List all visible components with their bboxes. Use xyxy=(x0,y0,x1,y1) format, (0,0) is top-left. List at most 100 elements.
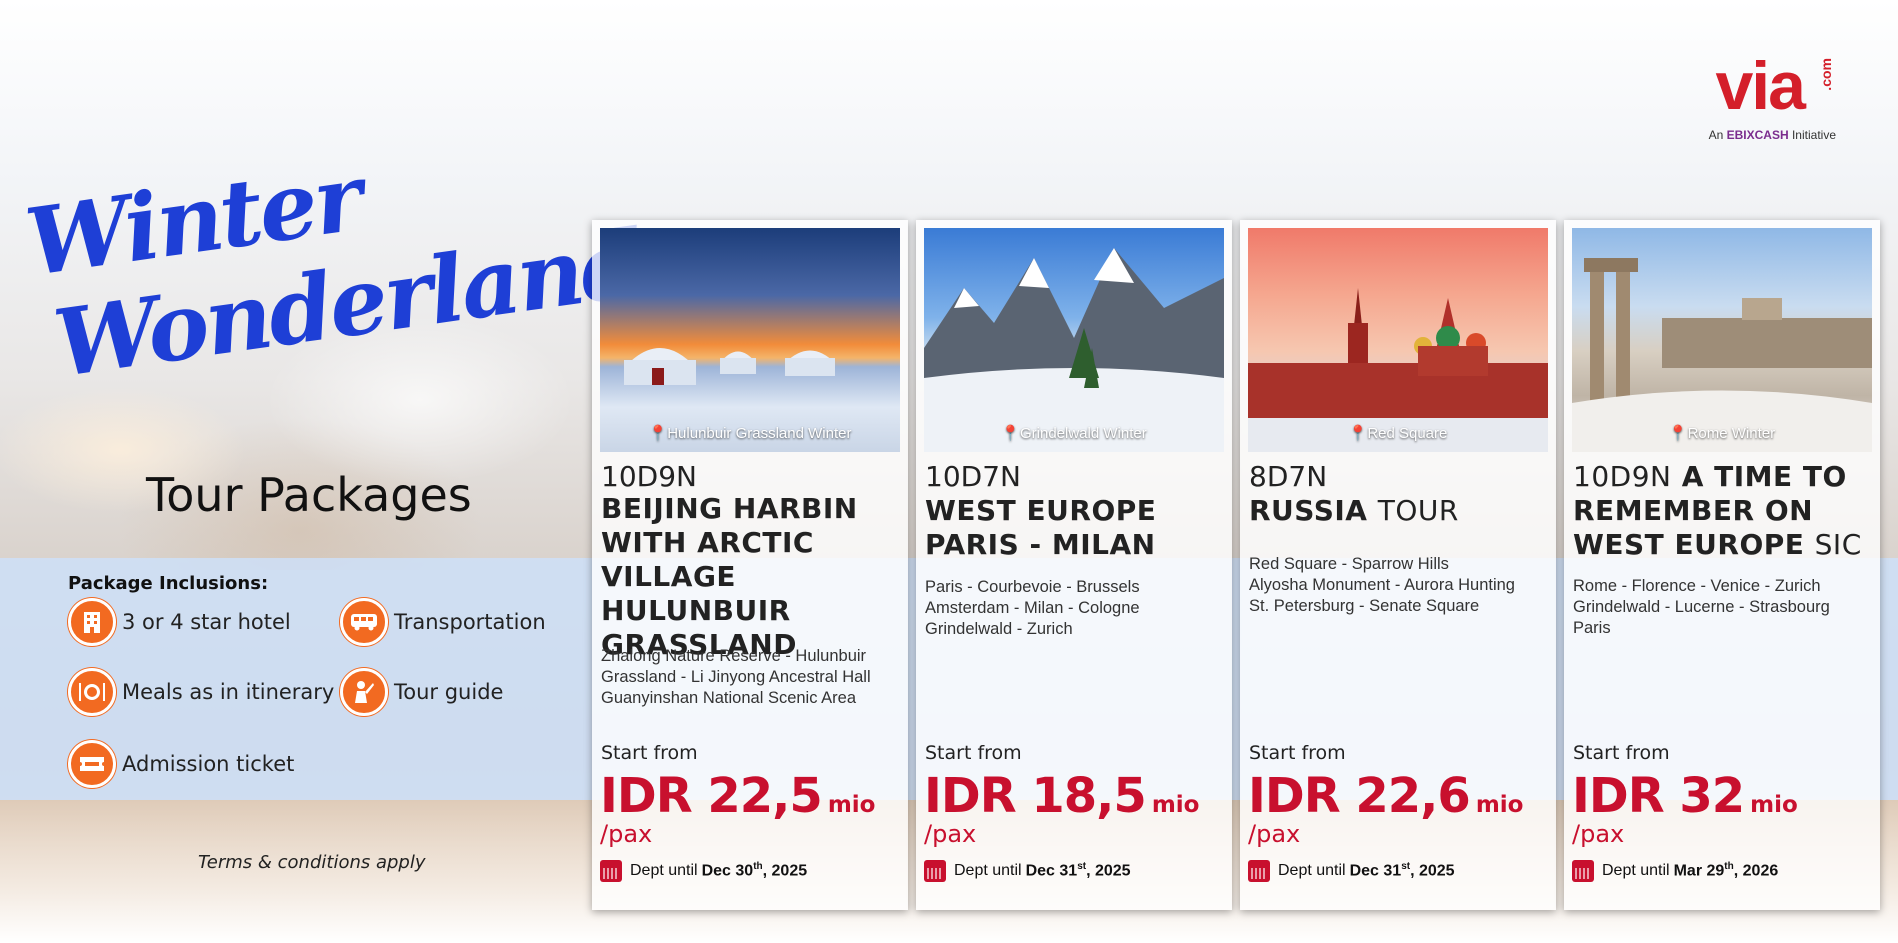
inclusion-label: Meals as in itinerary xyxy=(122,680,335,704)
package-route: Red Square - Sparrow Hills Alyosha Monum… xyxy=(1249,554,1549,617)
dept-prefix: Dept until xyxy=(630,862,698,879)
package-name: WEST EUROPE PARIS - MILAN xyxy=(925,494,1225,562)
price-value: IDR 22,6 xyxy=(1248,768,1471,824)
hotel-icon xyxy=(68,598,116,646)
route-line: Paris - Courbevoie - Brussels xyxy=(925,578,1140,596)
price-unit: mio xyxy=(1475,792,1524,818)
route-line: Grassland - Li Jinyong Ancestral Hall xyxy=(601,668,871,686)
route-line: Amsterdam - Milan - Cologne xyxy=(925,599,1140,617)
package-price: IDR 22,6 mio xyxy=(1248,768,1523,824)
route-line: Rome - Florence - Venice - Zurich xyxy=(1573,577,1821,595)
package-card[interactable]: 📍Rome Winter 10D9N A TIME TO REMEMBER ON… xyxy=(1564,220,1880,910)
start-from-label: Start from xyxy=(925,742,1022,764)
route-line: Paris xyxy=(1573,619,1611,637)
package-name: RUSSIA TOUR xyxy=(1249,494,1549,528)
dept-date: Dec 31st, 2025 xyxy=(1025,861,1131,880)
package-name: 10D9N A TIME TO REMEMBER ON WEST EUROPE … xyxy=(1573,460,1873,562)
dept-prefix: Dept until xyxy=(954,862,1022,879)
price-value: IDR 18,5 xyxy=(924,768,1147,824)
inclusions-title: Package Inclusions: xyxy=(68,573,269,594)
hero-subtitle: Tour Packages xyxy=(146,468,472,522)
calendar-icon xyxy=(1248,860,1270,882)
package-route: Rome - Florence - Venice - Zurich Grinde… xyxy=(1573,576,1873,639)
package-duration: 10D7N xyxy=(925,460,1021,493)
package-photo: 📍Hulunbuir Grassland Winter xyxy=(600,228,900,452)
price-value: IDR 22,5 xyxy=(600,768,823,824)
inclusion-label: Transportation xyxy=(394,610,546,634)
package-photo: 📍Grindelwald Winter xyxy=(924,228,1224,452)
inclusion-hotel: 3 or 4 star hotel xyxy=(68,598,291,646)
route-line: Alyosha Monument - Aurora Hunting xyxy=(1249,576,1515,594)
location-label: 📍Grindelwald Winter xyxy=(1001,425,1147,442)
price-per: /pax xyxy=(1572,820,1625,848)
route-line: Red Square - Sparrow Hills xyxy=(1249,555,1449,573)
package-price: IDR 22,5 mio xyxy=(600,768,875,824)
package-name-bold: BEIJING HARBIN WITH ARCTIC VILLAGE HULUN… xyxy=(601,492,858,661)
package-card[interactable]: 📍Hulunbuir Grassland Winter 10D9N BEIJIN… xyxy=(592,220,908,910)
departure-info: Dept until Dec 31st, 2025 xyxy=(924,860,1131,882)
location-label: 📍Hulunbuir Grassland Winter xyxy=(648,425,852,442)
inclusion-meals: Meals as in itinerary xyxy=(68,668,334,716)
location-label: 📍Red Square xyxy=(1348,425,1448,442)
departure-info: Dept until Mar 29th, 2026 xyxy=(1572,860,1778,882)
price-per: /pax xyxy=(600,820,653,848)
package-price: IDR 18,5 mio xyxy=(924,768,1199,824)
departure-info: Dept until Dec 30th, 2025 xyxy=(600,860,807,882)
logo-suffix: .com xyxy=(1818,58,1834,91)
dept-date: Dec 30th, 2025 xyxy=(701,861,808,880)
package-duration: 8D7N xyxy=(1249,460,1328,493)
terms-conditions[interactable]: Terms & conditions apply xyxy=(198,852,426,873)
package-route: Zhalong Nature Reserve - Hulunbuir Grass… xyxy=(601,646,901,709)
dept-prefix: Dept until xyxy=(1278,862,1346,879)
tagline-suffix: Initiative xyxy=(1791,128,1836,142)
price-unit: mio xyxy=(1151,792,1200,818)
logo-tagline: An EBIXCASH Initiative xyxy=(1709,128,1836,142)
location-label: 📍Rome Winter xyxy=(1668,425,1776,442)
route-line: Grindelwald - Lucerne - Strasbourg xyxy=(1573,598,1830,616)
package-duration: 10D9N xyxy=(1573,460,1672,493)
price-unit: mio xyxy=(1750,792,1798,818)
inclusion-label: Admission ticket xyxy=(122,752,295,776)
dept-date: Mar 29th, 2026 xyxy=(1673,861,1779,880)
price-value: IDR 32 xyxy=(1572,768,1745,824)
departure-info: Dept until Dec 31st, 2025 xyxy=(1248,860,1455,882)
logo-wordmark: via xyxy=(1715,48,1806,124)
package-name-bold: WEST EUROPE PARIS - MILAN xyxy=(925,494,1157,561)
price-per: /pax xyxy=(924,820,977,848)
price-unit: mio xyxy=(827,792,876,818)
start-from-label: Start from xyxy=(601,742,698,764)
package-name-normal: TOUR xyxy=(1377,494,1459,527)
route-line: Zhalong Nature Reserve - Hulunbuir xyxy=(601,647,867,665)
start-from-label: Start from xyxy=(1249,742,1346,764)
tagline-brand: EBIXCASH xyxy=(1726,128,1789,142)
dept-prefix: Dept until xyxy=(1602,862,1670,879)
package-duration: 10D9N xyxy=(601,460,697,493)
price-per: /pax xyxy=(1248,820,1301,848)
package-photo: 📍Red Square xyxy=(1248,228,1548,452)
route-line: St. Petersburg - Senate Square xyxy=(1249,597,1480,615)
package-card[interactable]: 📍Grindelwald Winter 10D7N WEST EUROPE PA… xyxy=(916,220,1232,910)
bus-icon xyxy=(340,598,388,646)
package-photo: 📍Rome Winter xyxy=(1572,228,1872,452)
dept-date: Dec 31st, 2025 xyxy=(1349,861,1455,880)
inclusion-label: 3 or 4 star hotel xyxy=(122,610,291,634)
package-name: BEIJING HARBIN WITH ARCTIC VILLAGE HULUN… xyxy=(601,492,901,662)
route-line: Guanyinshan National Scenic Area xyxy=(601,689,856,707)
package-card[interactable]: 📍Red Square 8D7N RUSSIA TOUR Red Square … xyxy=(1240,220,1556,910)
inclusion-transportation: Transportation xyxy=(340,598,546,646)
start-from-label: Start from xyxy=(1573,742,1670,764)
inclusion-admission: Admission ticket xyxy=(68,740,294,788)
package-route: Paris - Courbevoie - Brussels Amsterdam … xyxy=(925,577,1225,640)
package-name-bold: RUSSIA xyxy=(1249,494,1368,527)
inclusion-tour-guide: Tour guide xyxy=(340,668,503,716)
meal-icon xyxy=(68,668,116,716)
package-name-normal: SIC xyxy=(1814,528,1862,561)
ticket-icon xyxy=(68,740,116,788)
via-logo[interactable]: via .com An EBIXCASH Initiative xyxy=(1696,52,1836,147)
route-line: Grindelwald - Zurich xyxy=(925,620,1073,638)
tour-guide-icon xyxy=(340,668,388,716)
calendar-icon xyxy=(924,860,946,882)
calendar-icon xyxy=(1572,860,1594,882)
package-price: IDR 32 mio xyxy=(1572,768,1798,824)
inclusion-label: Tour guide xyxy=(394,680,504,704)
